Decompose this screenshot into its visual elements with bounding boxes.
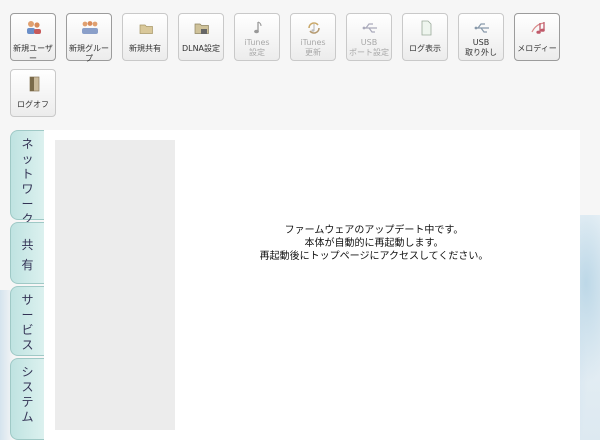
logoff-button[interactable]: ログオフ	[10, 69, 56, 117]
tab-system[interactable]: システム	[10, 358, 44, 440]
melody-button[interactable]: メロディー	[514, 13, 560, 61]
new-user-label: 新規ユーザー	[13, 44, 53, 63]
tab-share-label: 共有	[21, 238, 34, 272]
itunes-settings-label: iTunes 設定	[244, 38, 270, 57]
tab-service[interactable]: サービス	[10, 286, 44, 356]
new-user-button[interactable]: 新規ユーザー	[10, 13, 56, 63]
usb-port-settings-label: USB ポート設定	[349, 38, 389, 57]
itunes-update-button[interactable]: iTunes 更新	[290, 13, 336, 61]
logoff-label: ログオフ	[17, 100, 49, 109]
melody-label: メロディー	[517, 44, 557, 53]
log-view-button[interactable]: ログ表示	[402, 13, 448, 61]
itunes-settings-button[interactable]: iTunes 設定	[234, 13, 280, 61]
usb-eject-icon	[474, 23, 489, 33]
new-group-button[interactable]: 新規グループ	[66, 13, 112, 63]
dlna-settings-label: DLNA設定	[181, 44, 221, 53]
message-line-3: 再起動後にトップページにアクセスしてください。	[259, 251, 489, 262]
side-tabs: ネットワーク 共有 サービス システム	[10, 130, 46, 440]
main-panel: ファームウェアのアップデート中です。 本体が自動的に再起動します。 再起動後にト…	[44, 130, 580, 440]
group-icon	[82, 21, 98, 34]
music-note-icon	[254, 21, 262, 34]
tab-service-label: サービス	[21, 293, 34, 352]
usb-port-settings-button[interactable]: USB ポート設定	[346, 13, 392, 61]
users-icon	[27, 21, 41, 34]
document-icon	[421, 20, 432, 36]
dlna-settings-button[interactable]: DLNA設定	[178, 13, 224, 61]
melody-icon	[531, 22, 545, 34]
itunes-update-label: iTunes 更新	[300, 38, 326, 57]
folder-icon	[139, 24, 153, 34]
log-view-label: ログ表示	[409, 44, 441, 53]
new-group-label: 新規グループ	[69, 44, 109, 63]
new-share-button[interactable]: 新規共有	[122, 13, 168, 61]
usb-eject-button[interactable]: USB 取り外し	[458, 13, 504, 61]
tab-network[interactable]: ネットワーク	[10, 130, 44, 226]
new-share-label: 新規共有	[129, 44, 161, 53]
refresh-icon	[308, 22, 320, 34]
dlna-folder-icon	[194, 23, 209, 34]
message-line-2: 本体が自動的に再起動します。	[304, 238, 444, 249]
sidebar	[55, 140, 175, 430]
tab-share[interactable]: 共有	[10, 222, 44, 284]
message-line-1: ファームウェアのアップデート中です。	[284, 225, 464, 236]
usb-icon	[362, 23, 377, 33]
usb-eject-label: USB 取り外し	[465, 38, 497, 57]
update-message: ファームウェアのアップデート中です。 本体が自動的に再起動します。 再起動後にト…	[189, 224, 559, 263]
tab-network-label: ネットワーク	[21, 137, 34, 226]
tab-system-label: システム	[21, 365, 34, 424]
logoff-door-icon	[29, 76, 40, 92]
